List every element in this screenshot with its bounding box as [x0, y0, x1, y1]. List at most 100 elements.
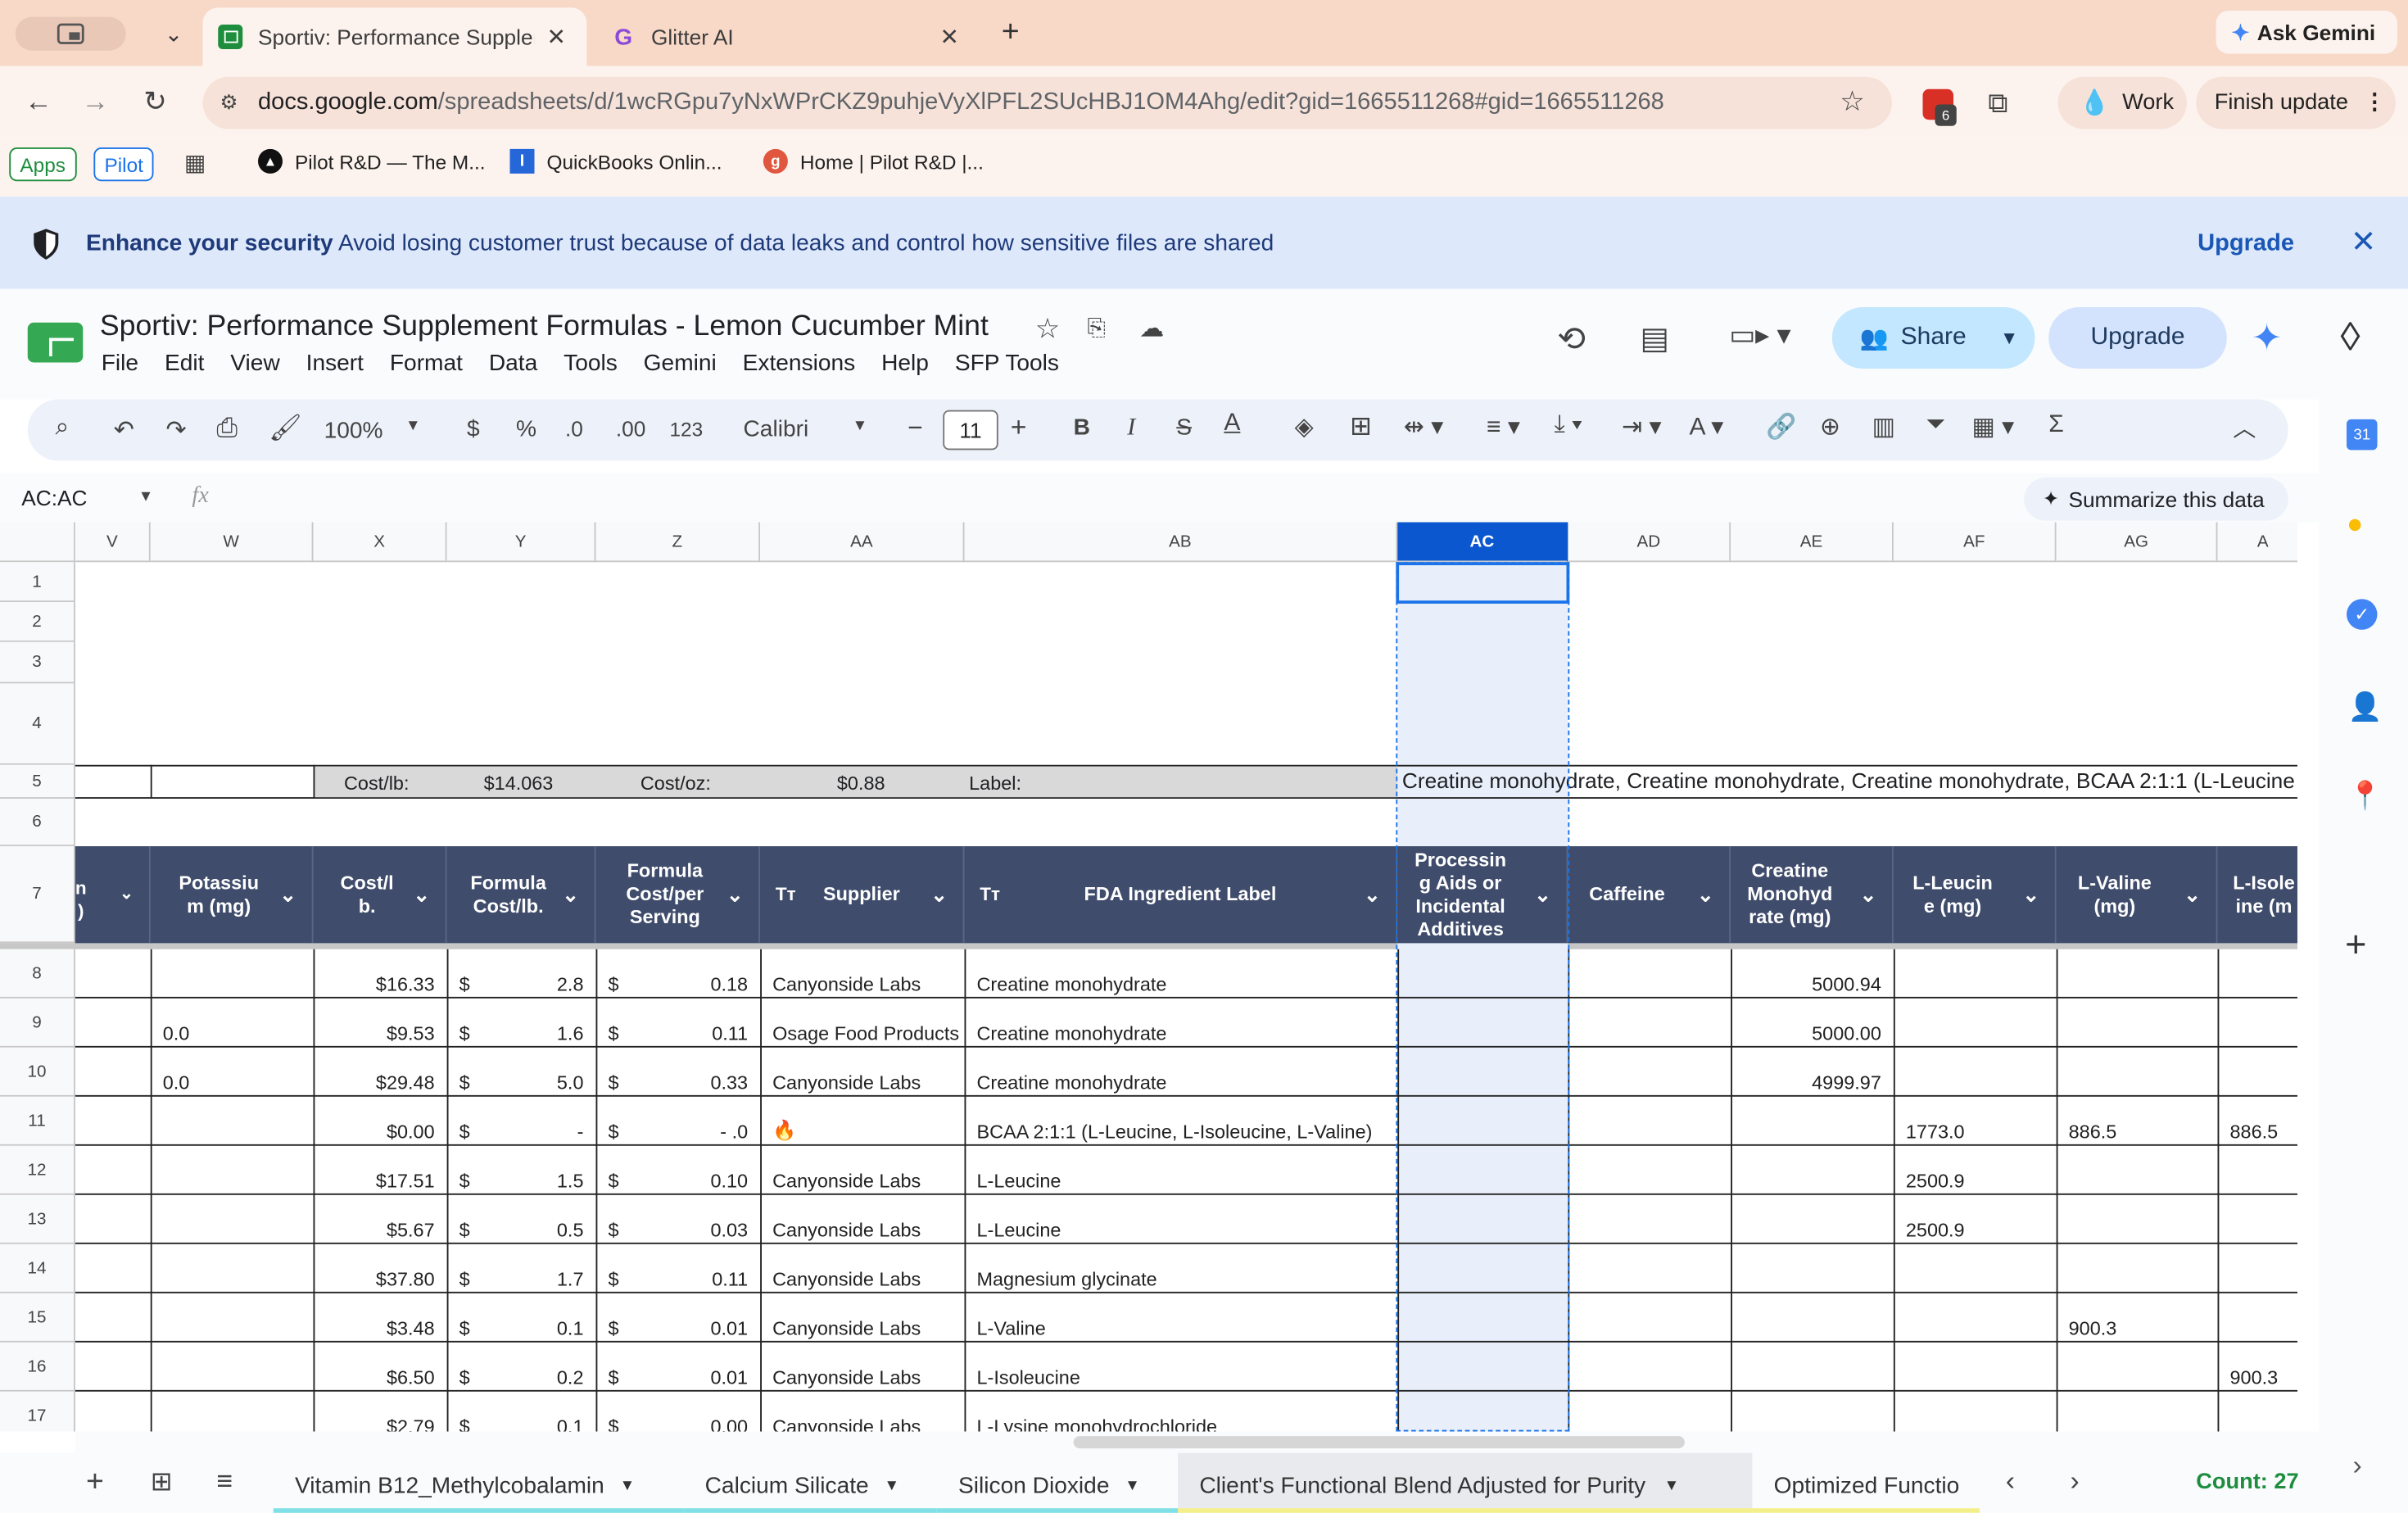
cell-fda-label[interactable]: Creatine monohydrate	[965, 1048, 1398, 1097]
cell-creatine[interactable]	[1731, 1392, 1894, 1432]
cell-creatine[interactable]	[1731, 1343, 1894, 1392]
paint-format-icon[interactable]: 🖌	[269, 413, 301, 444]
cell-fda-label[interactable]: L-Leucine	[965, 1195, 1398, 1244]
decrease-font-size-icon[interactable]: −	[908, 413, 923, 444]
cell-formula-cost-serving[interactable]: $0.11	[596, 1244, 761, 1293]
doc-title[interactable]: Sportiv: Performance Supplement Formulas…	[100, 310, 989, 344]
menu-insert[interactable]: Insert	[306, 351, 364, 377]
italic-icon[interactable]: I	[1127, 414, 1135, 442]
cell-formula-cost-lb[interactable]: $0.2	[447, 1343, 596, 1392]
tasks-check-icon[interactable]: ✓	[2347, 599, 2378, 630]
cell-formula-cost-serving[interactable]: $ - .0	[596, 1097, 761, 1146]
cell-leucine[interactable]	[1894, 1343, 2057, 1392]
cell-potassium[interactable]	[151, 1244, 314, 1293]
cell-formula-cost-serving[interactable]: $0.10	[596, 1146, 761, 1195]
cell-valine[interactable]: 900.3	[2057, 1293, 2218, 1343]
menu-tools[interactable]: Tools	[564, 351, 618, 377]
cell-supplier[interactable]: Canyonside Labs	[760, 1343, 964, 1392]
filter-dropdown-icon[interactable]: ⌄	[726, 883, 743, 906]
cell-supplier[interactable]: Canyonside Labs	[760, 1195, 964, 1244]
forward-arrow-icon[interactable]: →	[79, 84, 112, 118]
cell-supplier[interactable]: 🔥	[760, 1097, 964, 1146]
column-header-ah[interactable]: A	[2217, 522, 2297, 563]
column-header-x[interactable]: X	[313, 522, 447, 563]
cell-valine[interactable]	[2057, 1392, 2218, 1432]
cell-formula-cost-serving[interactable]: $0.01	[596, 1293, 761, 1343]
column-header-af[interactable]: AF	[1893, 522, 2057, 563]
filter-dropdown-icon[interactable]: ⌄	[1364, 883, 1380, 906]
cell-potassium[interactable]	[151, 1343, 314, 1392]
cell-formula-cost-lb[interactable]: $5.0	[447, 1048, 596, 1097]
add-sheet-icon[interactable]: +	[86, 1465, 104, 1501]
insert-comment-icon[interactable]: ⊕	[1820, 412, 1840, 443]
cell-valine[interactable]	[2057, 1244, 2218, 1293]
font-family-select[interactable]: Calibri	[744, 416, 809, 442]
sheets-logo-icon[interactable]	[27, 322, 84, 363]
cell-cost-lb[interactable]: $16.33	[314, 949, 447, 999]
cell-cost-lb[interactable]: $0.00	[314, 1097, 447, 1146]
scroll-tabs-right-icon[interactable]: ›	[2071, 1465, 2080, 1497]
tab-list-chevron-icon[interactable]: ⌄	[154, 16, 194, 52]
column-header-y[interactable]: Y	[446, 522, 596, 563]
column-header-ad[interactable]: AD	[1568, 522, 1731, 563]
collapse-toolbar-chevron-icon[interactable]: ︿	[2233, 412, 2256, 444]
cell-leucine[interactable]: 1773.0	[1894, 1097, 2057, 1146]
cell-cost-lb[interactable]: $17.51	[314, 1146, 447, 1195]
format-percent-button[interactable]: %	[516, 416, 536, 442]
cell-isoleucine[interactable]	[2218, 1392, 2298, 1432]
cell-formula-cost-serving[interactable]: $0.00	[596, 1392, 761, 1432]
cell-supplier[interactable]: Canyonside Labs	[760, 1146, 964, 1195]
cell-cost-lb[interactable]: $9.53	[314, 999, 447, 1048]
menu-file[interactable]: File	[102, 351, 138, 377]
cell-supplier[interactable]: Canyonside Labs	[760, 1048, 964, 1097]
cell-potassium[interactable]: 0.0	[151, 999, 314, 1048]
spreadsheet-grid[interactable]: V W X Y Z AA AB AC AD AE AF AG A 1 2 3 4…	[0, 522, 2298, 1432]
cell-creatine[interactable]	[1731, 1244, 1894, 1293]
filter-icon[interactable]: ⏷	[1926, 412, 1945, 440]
undo-icon[interactable]: ↶	[114, 414, 134, 446]
cell-valine[interactable]	[2057, 949, 2218, 999]
sheet-list-icon[interactable]: ≡	[216, 1465, 233, 1497]
column-header-w[interactable]: W	[150, 522, 314, 563]
header-cell-isoleucine[interactable]: L-Isole ine (m	[2217, 846, 2297, 944]
sheet-tab-dropdown-icon[interactable]: ▼	[1125, 1477, 1140, 1494]
cell-isoleucine[interactable]: 900.3	[2218, 1343, 2298, 1392]
menu-view[interactable]: View	[230, 351, 279, 377]
cell-fda-label[interactable]: L-Lysine monohydrochloride	[965, 1392, 1398, 1432]
menu-data[interactable]: Data	[489, 351, 537, 377]
header-cell-formula-cost-lb[interactable]: Formula Cost/lb. ⌄	[446, 846, 596, 944]
decrease-decimal-button[interactable]: .0	[565, 416, 583, 441]
row-header[interactable]: 1	[0, 562, 75, 602]
cell-valine[interactable]	[2057, 1195, 2218, 1244]
close-tab-icon[interactable]: ✕	[940, 23, 960, 51]
column-header-ag[interactable]: AG	[2056, 522, 2218, 563]
cell-creatine[interactable]: 5000.00	[1731, 999, 1894, 1048]
cell-supplier[interactable]: Osage Food Products	[760, 999, 964, 1048]
cell-formula-cost-serving[interactable]: $0.01	[596, 1343, 761, 1392]
sheet-tab-dropdown-icon[interactable]: ▼	[620, 1477, 636, 1494]
finish-update-button[interactable]: Finish update ⋮	[2196, 76, 2396, 129]
cell-valine[interactable]	[2057, 1048, 2218, 1097]
cell-formula-cost-serving[interactable]: $0.03	[596, 1195, 761, 1244]
cell-formula-cost-serving[interactable]: $0.18	[596, 949, 761, 999]
cell-leucine[interactable]	[1894, 1293, 2057, 1343]
menu-sfp-tools[interactable]: SFP Tools	[955, 351, 1059, 377]
star-icon[interactable]: ☆	[1035, 314, 1060, 346]
header-cell-supplier[interactable]: Tт Supplier ⌄	[760, 846, 965, 944]
banner-close-icon[interactable]: ✕	[2347, 224, 2380, 259]
header-cell-cost-lb[interactable]: Cost/l b. ⌄	[313, 846, 447, 944]
cell-formula-cost-lb[interactable]: $1.7	[447, 1244, 596, 1293]
cell-leucine[interactable]	[1894, 999, 2057, 1048]
reload-icon[interactable]: ↻	[138, 84, 172, 118]
cell-formula-cost-serving[interactable]: $0.11	[596, 999, 761, 1048]
filter-dropdown-icon[interactable]: ⌄	[279, 883, 296, 906]
extensions-puzzle-icon[interactable]: ⧉	[1981, 86, 2015, 120]
header-cell-creatine[interactable]: Creatine Monohyd rate (mg) ⌄	[1731, 846, 1894, 944]
redo-icon[interactable]: ↷	[166, 414, 187, 446]
droplet-icon[interactable]: ◊	[2341, 314, 2360, 361]
profile-work-button[interactable]: 💧 Work	[2057, 76, 2187, 129]
column-header-aa[interactable]: AA	[760, 522, 965, 563]
cell-leucine[interactable]: 2500.9	[1894, 1195, 2057, 1244]
filter-dropdown-icon[interactable]: ⌄	[120, 883, 134, 906]
header-cell-formula-cost-serving[interactable]: Formula Cost/per Serving ⌄	[595, 846, 761, 944]
